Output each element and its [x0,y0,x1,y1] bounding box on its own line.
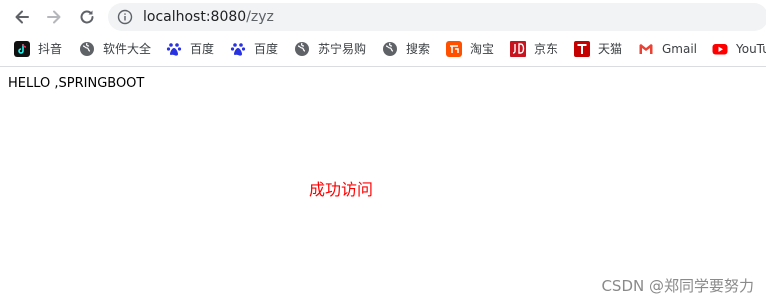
back-button[interactable] [10,5,34,29]
jd-icon [510,41,526,57]
csdn-watermark: CSDN @郑同学要努力 [601,277,754,295]
baidu-paw-icon [230,41,246,57]
globe-icon [79,41,95,57]
toolbar-divider [0,66,766,67]
bookmark-label: 苏宁易购 [318,42,367,56]
arrow-left-icon [15,10,29,24]
bookmark-search[interactable]: 搜索 [382,38,430,60]
bookmark-jd[interactable]: 京东 [510,38,558,60]
forward-button[interactable] [42,5,66,29]
arrow-right-icon [47,10,61,24]
tmall-icon [574,41,590,57]
url-host: localhost:8080 [143,9,247,25]
success-message: 成功访问 [309,180,374,199]
bookmark-ruanjian[interactable]: 软件大全 [79,38,151,60]
bookmark-douyin[interactable]: 抖音 [14,38,62,60]
youtube-icon [712,41,728,57]
bookmark-label: 天猫 [598,42,623,56]
bookmark-baidu-1[interactable]: 百度 [166,38,214,60]
bookmark-tmall[interactable]: 天猫 [574,38,622,60]
globe-icon [294,41,310,57]
bookmark-baidu-2[interactable]: 百度 [230,38,278,60]
bookmark-label: Gmail [662,42,698,56]
bookmark-suning[interactable]: 苏宁易购 [294,38,366,60]
bookmark-label: 淘宝 [470,42,495,56]
bookmark-gmail[interactable]: Gmail [638,38,697,60]
url-text[interactable]: localhost:8080/zyz [143,8,274,26]
douyin-icon [14,41,30,57]
url-path: /zyz [246,9,274,25]
gmail-icon [638,41,654,57]
bookmark-label: 百度 [190,42,215,56]
reload-icon [80,10,94,24]
info-icon[interactable] [117,9,133,25]
reload-button[interactable] [75,5,99,29]
globe-icon [382,41,398,57]
address-bar[interactable]: localhost:8080/zyz [108,3,766,31]
browser-toolbar: localhost:8080/zyz [0,0,766,34]
bookmark-label: 京东 [534,42,559,56]
bookmark-label: 百度 [254,42,279,56]
taobao-icon [446,41,462,57]
baidu-paw-icon [166,41,182,57]
bookmark-label: 软件大全 [103,42,152,56]
bookmark-youtube[interactable]: YouTu [712,38,766,60]
bookmark-label: 抖音 [38,42,63,56]
bookmark-taobao[interactable]: 淘宝 [446,38,494,60]
bookmark-label: YouTu [736,42,766,56]
page-heading: HELLO ,SPRINGBOOT [8,76,145,91]
bookmark-label: 搜索 [406,42,431,56]
bookmarks-bar: 抖音 软件大全 百度 百度 苏宁易购 搜索 淘宝 京东 天猫 Gmail You… [0,34,766,64]
